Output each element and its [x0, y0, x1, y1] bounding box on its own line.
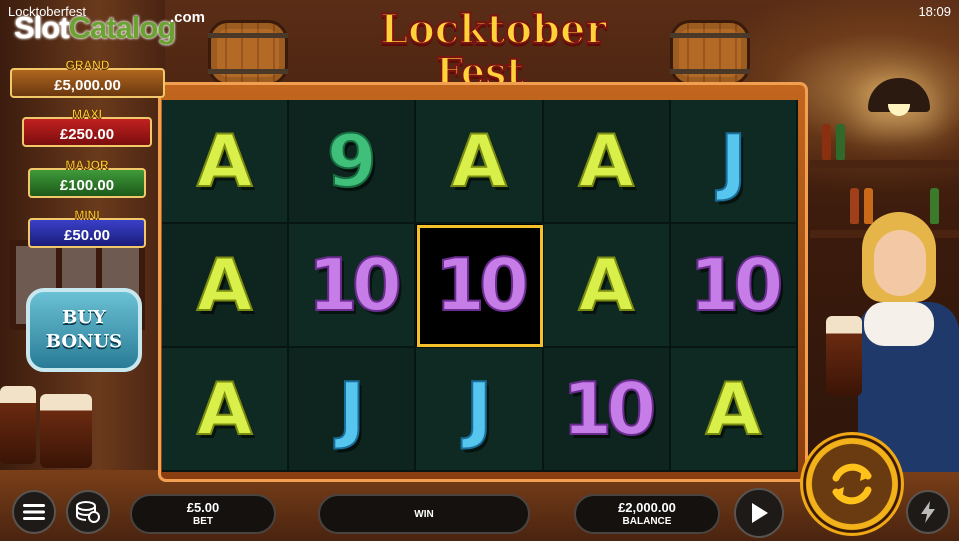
hamburger-menu-icon — [23, 504, 45, 520]
jackpot-maxi-label: MAXI — [72, 107, 103, 122]
jackpot-maxi-value: £250.00 — [59, 126, 115, 143]
reel-cell: 9 — [289, 100, 417, 224]
bet-value: £5.00 — [186, 500, 220, 515]
reel-symbol: A — [577, 119, 635, 203]
logo-line1: Locktober — [379, 6, 608, 53]
jackpot-major-value: £100.00 — [59, 177, 115, 194]
reel-cell: A — [543, 224, 671, 348]
beer-mug — [0, 386, 36, 464]
bet-label: BET — [193, 516, 213, 527]
reel-cell: A — [162, 348, 290, 472]
reel-symbol: 10 — [307, 243, 403, 327]
buy-bonus-button[interactable]: BUY BONUS — [26, 288, 142, 372]
beer-mug — [826, 316, 862, 396]
jackpot-mini-value: £50.00 — [64, 227, 110, 244]
reel-cell: J — [670, 100, 798, 224]
reel-cell: 10 — [670, 224, 798, 348]
reel-cell: A — [670, 348, 798, 472]
reel-symbol: A — [577, 243, 635, 327]
reel-symbol: J — [465, 367, 494, 451]
balance-value: £2,000.00 — [618, 500, 676, 515]
watermark-part1: Slot — [14, 10, 70, 45]
reel-symbol: A — [196, 367, 254, 451]
reel-symbol: 10 — [688, 243, 784, 327]
jackpot-mini: MINI £50.00 — [28, 208, 146, 248]
reel-cell: A — [162, 100, 290, 224]
coin-value-button[interactable] — [66, 490, 110, 534]
beer-mug — [40, 394, 92, 468]
bet-display[interactable]: £5.00 BET — [130, 494, 276, 534]
reel-symbol: 10 — [434, 243, 530, 327]
reel-symbol: A — [196, 243, 254, 327]
jackpot-major: MAJOR £100.00 — [28, 158, 146, 198]
reel-symbol: J — [337, 367, 366, 451]
win-display: WIN — [318, 494, 530, 534]
reel-symbol: 9 — [326, 119, 378, 203]
balance-display: £2,000.00 BALANCE — [574, 494, 720, 534]
reel-symbol: A — [450, 119, 508, 203]
play-icon — [752, 503, 768, 523]
jackpot-mini-label: MINI — [74, 208, 100, 223]
watermark-logo: SlotCatalog — [14, 10, 177, 46]
buy-bonus-line2: BONUS — [45, 331, 123, 352]
autoplay-button[interactable] — [734, 488, 784, 538]
watermark-part2: Catalog — [68, 10, 177, 45]
hanging-lamp — [868, 78, 930, 116]
reel-cell: A — [543, 100, 671, 224]
jackpot-maxi: MAXI £250.00 — [22, 107, 152, 147]
lightning-icon — [921, 501, 935, 523]
reel-cell: A — [416, 100, 544, 224]
reel-symbol: 10 — [561, 367, 657, 451]
watermark-suffix: .com — [170, 9, 206, 26]
buy-bonus-line1: BUY — [62, 307, 106, 328]
reel-symbol: J — [719, 119, 748, 203]
reel-cell: J — [416, 348, 544, 472]
coin-stack-icon — [76, 501, 100, 523]
reel-cell: 10 — [289, 224, 417, 348]
bottle — [836, 124, 845, 160]
jackpot-major-label: MAJOR — [65, 158, 109, 173]
clock: 18:09 — [918, 4, 951, 19]
bottle-shelf — [810, 160, 959, 168]
reel-cell: 10 — [543, 348, 671, 472]
reel-cell: A — [162, 224, 290, 348]
balance-label: BALANCE — [622, 516, 672, 527]
reel-cell-highlighted: 10 — [416, 224, 544, 348]
reel-symbol: A — [705, 367, 763, 451]
reel-cell: J — [289, 348, 417, 472]
win-label: WIN — [414, 508, 434, 520]
jackpot-grand-value: £5,000.00 — [54, 77, 121, 94]
reel-symbol: A — [196, 119, 254, 203]
menu-button[interactable] — [12, 490, 56, 534]
jackpot-grand: GRAND £5,000.00 — [10, 58, 165, 98]
bottle — [822, 124, 831, 160]
jackpot-grand-label: GRAND — [65, 58, 110, 73]
turbo-button[interactable] — [906, 490, 950, 534]
barrel-left — [208, 20, 288, 86]
barrel-right — [670, 20, 750, 86]
spin-arrows-icon — [832, 463, 872, 505]
spin-button[interactable] — [800, 432, 904, 536]
reel-grid: A 9 A A J A 10 10 A 10 A J J 10 A — [162, 100, 798, 472]
